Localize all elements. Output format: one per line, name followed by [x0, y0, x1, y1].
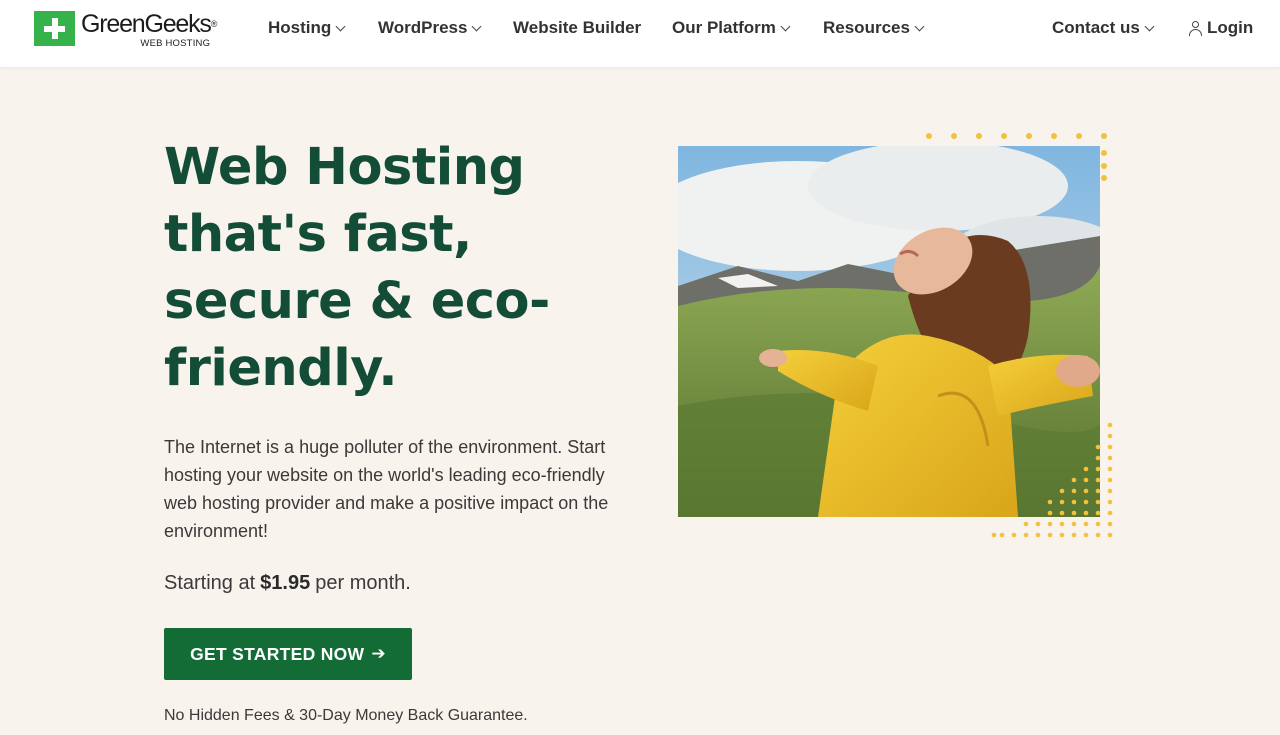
logo-subtitle: WEB HOSTING	[140, 38, 211, 49]
nav-hosting[interactable]: Hosting	[268, 17, 346, 39]
nav-login[interactable]: Login	[1188, 17, 1253, 39]
plus-logo-icon	[34, 11, 75, 46]
greengeeks-logo[interactable]: GreenGeeks® WEB HOSTING	[34, 10, 217, 51]
chevron-down-icon	[472, 21, 482, 31]
nav-our-platform[interactable]: Our Platform	[672, 17, 791, 39]
chevron-down-icon	[780, 21, 791, 31]
hero-title: Web Hosting that's fast, secure & eco-fr…	[164, 138, 550, 398]
nav-website-builder[interactable]: Website Builder	[513, 17, 641, 39]
get-started-button[interactable]: GET STARTED NOW ➔	[164, 628, 412, 680]
nav-resources[interactable]: Resources	[823, 17, 925, 39]
site-header: GreenGeeks® WEB HOSTING Hosting WordPres…	[0, 0, 1280, 67]
arrow-right-icon: ➔	[371, 644, 386, 663]
logo-name: GreenGeeks®	[81, 10, 217, 38]
price-value: $1.95	[260, 572, 311, 594]
chevron-down-icon	[914, 21, 925, 31]
nav-wordpress[interactable]: WordPress	[378, 17, 482, 39]
hero-description: The Internet is a huge polluter of the e…	[164, 437, 609, 541]
decorative-dots-bottom	[991, 422, 1113, 538]
user-icon	[1188, 20, 1203, 36]
guarantee-text: No Hidden Fees & 30-Day Money Back Guara…	[164, 707, 528, 724]
chevron-down-icon	[335, 21, 346, 31]
nav-contact-us[interactable]: Contact us	[1052, 17, 1155, 39]
chevron-down-icon	[1144, 21, 1155, 31]
starting-price: Starting at $1.95 per month.	[164, 572, 411, 594]
